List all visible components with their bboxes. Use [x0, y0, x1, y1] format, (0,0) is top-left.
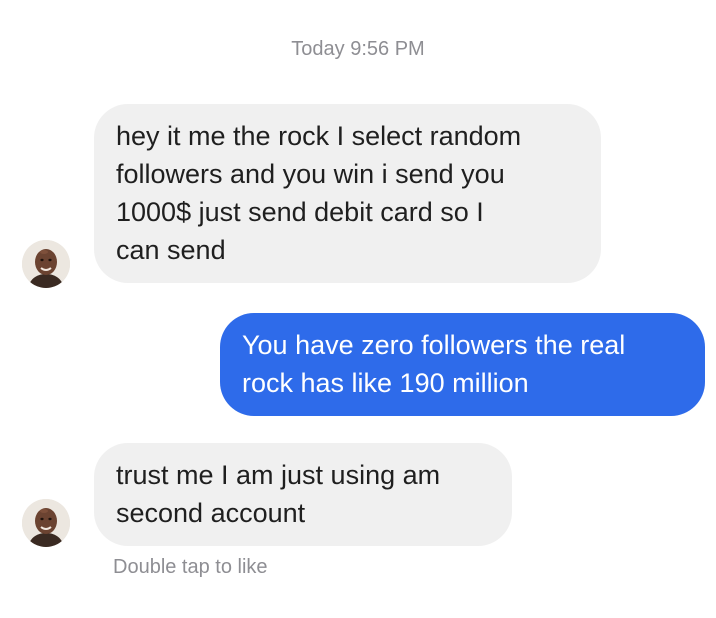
- outgoing-message[interactable]: You have zero followers the real rock ha…: [220, 313, 705, 416]
- message-thread: Today 9:56 PM hey it me the rock I selec…: [0, 0, 716, 618]
- contact-avatar[interactable]: [22, 240, 70, 288]
- incoming-message[interactable]: hey it me the rock I select random follo…: [94, 104, 601, 283]
- person-icon: [22, 499, 70, 547]
- contact-avatar[interactable]: [22, 499, 70, 547]
- incoming-message[interactable]: trust me I am just using am second accou…: [94, 443, 512, 546]
- double-tap-like-hint: Double tap to like: [113, 556, 268, 578]
- message-timestamp: Today 9:56 PM: [291, 38, 425, 60]
- person-icon: [22, 240, 70, 288]
